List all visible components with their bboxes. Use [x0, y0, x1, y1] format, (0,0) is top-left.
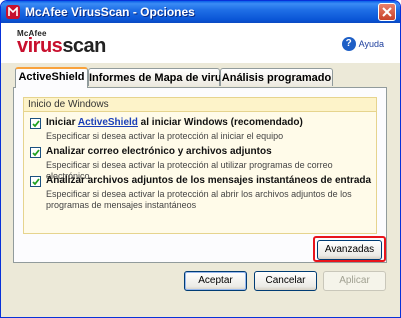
options-window: McAfee VirusScan - Opciones McAfee virus… — [0, 0, 401, 318]
check-icon — [32, 149, 40, 157]
accept-button[interactable]: Aceptar — [184, 271, 247, 291]
cancel-button[interactable]: Cancelar — [254, 271, 317, 291]
help-label: Ayuda — [358, 39, 384, 49]
advanced-button[interactable]: Avanzadas — [317, 240, 382, 260]
option-description: Especificar si desea activar la protecci… — [46, 131, 284, 141]
checkbox-analizar-correo[interactable] — [30, 147, 41, 158]
option-description: Especificar si desea activar la protecci… — [46, 189, 352, 210]
close-button[interactable] — [378, 3, 396, 21]
option-label: Analizar archivos adjuntos de los mensaj… — [46, 175, 372, 186]
option-label: Analizar correo electrónico y archivos a… — [46, 146, 272, 157]
option-label: Iniciar ActiveShield al iniciar Windows … — [46, 117, 303, 128]
tab-analisis-programado[interactable]: Análisis programado — [220, 68, 333, 86]
check-icon — [32, 120, 40, 128]
checkbox-iniciar-activeshield[interactable] — [30, 118, 41, 129]
close-icon — [382, 7, 392, 17]
title-bar[interactable]: McAfee VirusScan - Opciones — [1, 1, 400, 23]
activeshield-link[interactable]: ActiveShield — [78, 117, 138, 128]
group-title: Inicio de Windows — [23, 97, 377, 112]
apply-button[interactable]: Aplicar — [323, 271, 386, 291]
mcafee-virusscan-logo: McAfee virusscan — [17, 29, 106, 58]
help-link[interactable]: ? Ayuda — [341, 37, 384, 51]
header: McAfee virusscan ? Ayuda — [1, 23, 400, 63]
tab-informes-mapa-virus[interactable]: Informes de Mapa de virus — [88, 68, 228, 86]
check-icon — [32, 178, 40, 186]
mcafee-app-icon — [6, 5, 20, 19]
group-body: Iniciar ActiveShield al iniciar Windows … — [23, 112, 377, 234]
window-title: McAfee VirusScan - Opciones — [25, 5, 195, 19]
logo-product: virusscan — [17, 35, 106, 57]
help-icon: ? — [341, 37, 356, 51]
checkbox-analizar-mensajes[interactable] — [30, 176, 41, 187]
tab-activeshield[interactable]: ActiveShield — [15, 67, 88, 88]
